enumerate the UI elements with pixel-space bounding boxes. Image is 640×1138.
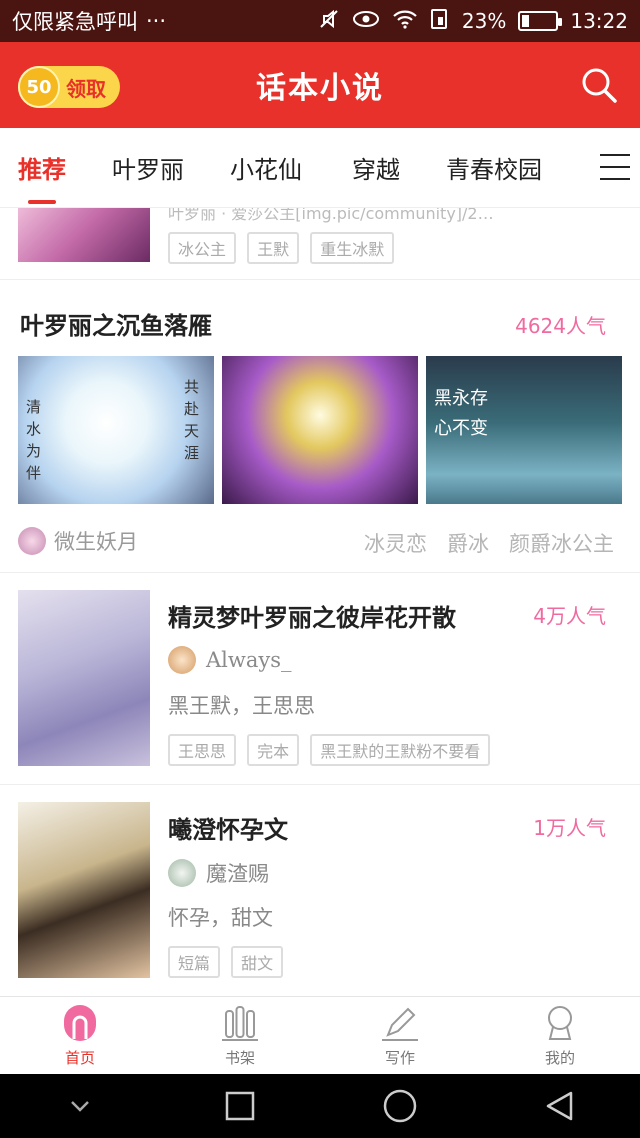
- collapse-icon[interactable]: [60, 1086, 100, 1126]
- story-image: 黑永存 心不变: [426, 356, 622, 504]
- tag[interactable]: 冰公主: [168, 232, 237, 264]
- list-item[interactable]: 叶罗丽 · 爱莎公主[img.pic/community]/2… 冰公主 王默 …: [0, 208, 640, 280]
- nav-bookshelf[interactable]: 书架: [160, 997, 320, 1074]
- nav-label: 写作: [384, 1049, 415, 1067]
- tag[interactable]: 完本: [247, 734, 300, 766]
- avatar: [168, 859, 196, 887]
- author-name: Always_: [206, 648, 292, 672]
- nav-write[interactable]: 写作: [320, 997, 480, 1074]
- feed[interactable]: 叶罗丽 · 爱莎公主[img.pic/community]/2… 冰公主 王默 …: [0, 208, 640, 996]
- tag[interactable]: 冰灵恋: [364, 528, 427, 558]
- nav-label: 书架: [224, 1049, 255, 1067]
- list-item[interactable]: 曦澄怀孕文 1万人气 魔渣赐 怀孕，甜文 短篇 甜文: [0, 784, 640, 980]
- story-title: 叶罗丽之沉鱼落雁: [20, 311, 212, 340]
- popularity-count: 1万人气: [533, 816, 606, 840]
- claim-coins-button[interactable]: 50 领取: [18, 66, 120, 108]
- book-cover: [18, 590, 150, 766]
- tag[interactable]: 重生冰默: [310, 232, 395, 264]
- category-tabs: 推荐 叶罗丽 小花仙 穿越 青春校园: [0, 128, 640, 208]
- app-header: 50 领取 话本小说: [0, 42, 640, 128]
- book-title: 叶罗丽 · 爱莎公主[img.pic/community]/2…: [168, 208, 494, 223]
- tag-list: 王思思 完本 黑王默的王默粉不要看: [168, 734, 496, 766]
- image-caption: 清水为伴: [26, 398, 42, 482]
- status-notification: 仅限紧急呼叫: [12, 10, 138, 34]
- book-description: 怀孕，甜文: [168, 906, 273, 930]
- author-name: 微生妖月: [54, 530, 138, 554]
- status-left: 仅限紧急呼叫 ···: [12, 6, 318, 36]
- avatar: [18, 527, 46, 555]
- story-image: [222, 356, 418, 504]
- image-caption: 黑永存 心不变: [434, 388, 488, 439]
- bottom-nav: 首页 书架 写作 我的: [0, 996, 640, 1074]
- book-description: 黑王默，王思思: [168, 694, 315, 718]
- recents-icon[interactable]: [220, 1086, 260, 1126]
- tab-xiaohuaxian[interactable]: 小花仙: [230, 128, 302, 208]
- claim-label: 领取: [66, 76, 106, 101]
- home-icon: [64, 1005, 96, 1041]
- list-item[interactable]: 精灵梦叶罗丽之彼岸花开散 4万人气 Always_ 黑王默，王思思 王思思 完本…: [0, 572, 640, 768]
- bookshelf-icon: [222, 1006, 258, 1041]
- profile-icon: [548, 1006, 572, 1040]
- coin-icon: 50: [18, 66, 60, 108]
- status-right: 23% 13:22: [318, 8, 628, 35]
- book-title: 精灵梦叶罗丽之彼岸花开散: [168, 603, 456, 632]
- tag[interactable]: 短篇: [168, 946, 221, 978]
- popularity-count: 4万人气: [533, 604, 606, 628]
- app-title: 话本小说: [256, 71, 384, 106]
- tag-list: 冰公主 王默 重生冰默: [168, 232, 400, 264]
- tag[interactable]: 王默: [247, 232, 300, 264]
- menu-icon[interactable]: [600, 154, 630, 180]
- back-icon[interactable]: [540, 1086, 580, 1126]
- mute-icon: [318, 8, 340, 35]
- author[interactable]: 魔渣赐: [168, 858, 269, 888]
- author-name: 魔渣赐: [206, 862, 269, 886]
- home-button-icon[interactable]: [380, 1086, 420, 1126]
- avatar: [168, 646, 196, 674]
- pen-icon: [382, 1007, 418, 1041]
- book-title: 曦澄怀孕文: [168, 815, 288, 844]
- tag-list: 短篇 甜文: [168, 946, 289, 978]
- nav-profile[interactable]: 我的: [480, 997, 640, 1074]
- tag[interactable]: 黑王默的王默粉不要看: [310, 734, 491, 766]
- battery-percent: 23%: [461, 9, 507, 33]
- clock: 13:22: [570, 9, 628, 33]
- tab-recommend[interactable]: 推荐: [18, 128, 66, 208]
- popularity-count: 4624人气: [515, 314, 606, 338]
- system-nav-bar: [0, 1074, 640, 1138]
- author[interactable]: 微生妖月: [18, 526, 138, 556]
- story-card-gallery[interactable]: 叶罗丽之沉鱼落雁 4624人气 清水为伴 共赴天涯 黑永存 心不变 微生妖月 冰…: [0, 282, 640, 572]
- tab-campus[interactable]: 青春校园: [446, 128, 542, 208]
- tag[interactable]: 爵冰: [447, 528, 489, 558]
- tab-yeluoli[interactable]: 叶罗丽: [112, 128, 184, 208]
- nav-label: 我的: [544, 1049, 575, 1067]
- book-cover: [18, 802, 150, 978]
- battery-icon: [518, 11, 563, 31]
- eye-icon: [352, 9, 380, 34]
- nav-label: 首页: [64, 1049, 95, 1067]
- search-icon[interactable]: [580, 66, 618, 104]
- nav-home[interactable]: 首页: [0, 997, 160, 1074]
- book-cover: [18, 208, 150, 262]
- signal-icon: [430, 8, 450, 35]
- tag[interactable]: 甜文: [231, 946, 284, 978]
- tab-chuanyue[interactable]: 穿越: [352, 128, 400, 208]
- tag-list: 冰灵恋 爵冰 颜爵冰公主: [364, 528, 614, 558]
- wifi-icon: [392, 9, 418, 34]
- story-image: 清水为伴 共赴天涯: [18, 356, 214, 504]
- author[interactable]: Always_: [168, 646, 292, 674]
- image-caption: 共赴天涯: [184, 378, 200, 462]
- status-more-icon: ···: [146, 9, 167, 33]
- status-bar: 仅限紧急呼叫 ··· 23% 13:22: [0, 0, 640, 42]
- tag[interactable]: 颜爵冰公主: [509, 528, 614, 558]
- tag[interactable]: 王思思: [168, 734, 237, 766]
